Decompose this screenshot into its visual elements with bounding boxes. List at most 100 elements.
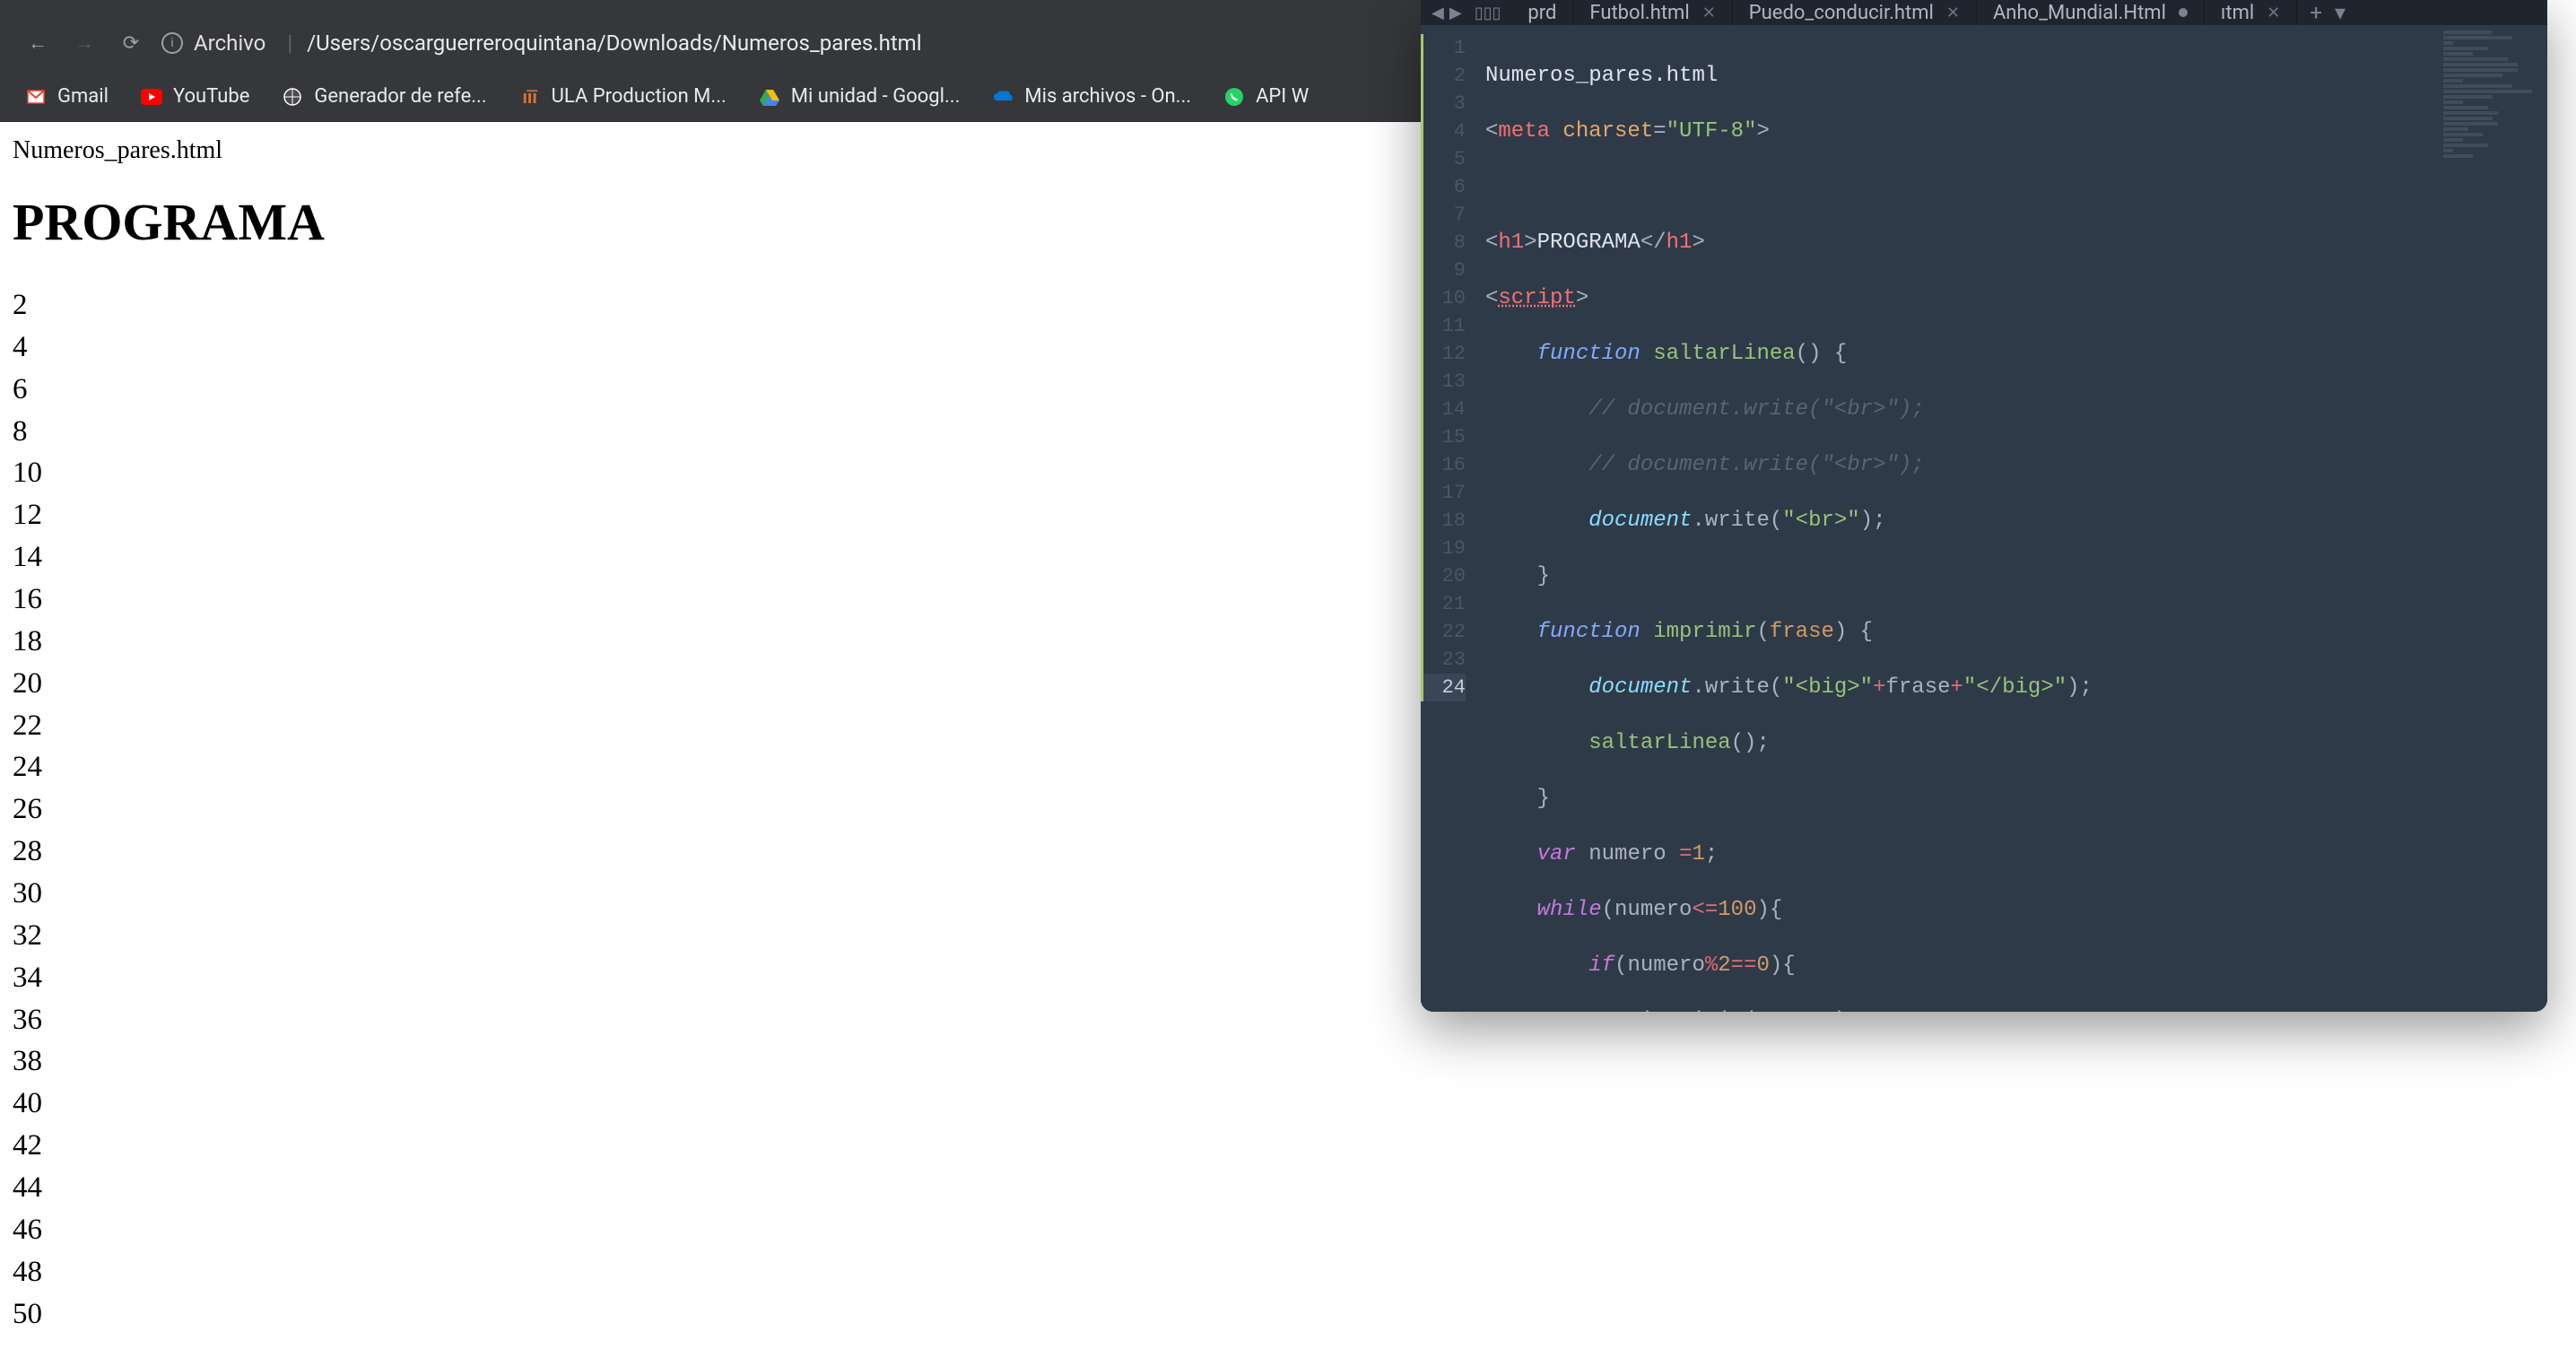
bookmark-onedrive[interactable]: Mis archivos - On... [992,85,1191,108]
number-output-line: 2 [13,284,1566,326]
globe-icon [282,86,303,108]
drive-icon [759,86,780,108]
line-number[interactable]: 7 [1421,201,1466,229]
line-number-gutter: 123456789101112131415161718192021222324 [1421,25,1478,1012]
url-path: /Users/oscarguerreroquintana/Downloads/N… [307,30,921,56]
bookmark-drive[interactable]: Mi unidad - Googl... [759,85,961,108]
number-output-line: 24 [13,746,1566,788]
line-number[interactable]: 6 [1421,173,1466,201]
editor-tab-bar: ◀ ▶ ▯▯▯ prd Futbol.html ✕ Puedo_conducir… [1421,0,2547,25]
number-output-line: 16 [13,579,1566,621]
number-output-line: 6 [13,369,1566,411]
whatsapp-icon [1223,86,1245,108]
line-number[interactable]: 19 [1421,535,1466,562]
line-number[interactable]: 17 [1421,479,1466,507]
number-output-line: 32 [13,915,1566,957]
tab-label: Anho_Mundial.Html [1993,2,2166,24]
forward-button[interactable]: → [68,27,100,59]
tab-label: Puedo_conducir.html [1749,2,1934,24]
column-layout-icon[interactable]: ▯▯▯ [1475,4,1501,22]
line-number[interactable]: 18 [1421,507,1466,535]
line-number[interactable]: 24 [1421,674,1466,701]
tab-forward-icon[interactable]: ▶ [1449,4,1462,22]
number-output-line: 22 [13,705,1566,747]
cloud-icon [992,86,1014,108]
browser-page-content: Numeros_pares.html PROGRAMA 246810121416… [0,122,1579,1349]
number-output-line: 38 [13,1040,1566,1083]
page-heading: PROGRAMA [13,192,1566,252]
line-number[interactable]: 20 [1421,562,1466,590]
tab-label: prd [1527,2,1556,24]
line-number[interactable]: 1 [1421,34,1466,62]
editor-body[interactable]: 123456789101112131415161718192021222324 … [1421,25,2547,1012]
number-output-line: 26 [13,788,1566,831]
ula-icon: ıīī [519,86,541,108]
bookmark-label: Generador de refe... [314,85,486,108]
line-number[interactable]: 15 [1421,423,1466,451]
number-output-line: 46 [13,1209,1566,1251]
line-number[interactable]: 2 [1421,62,1466,90]
line-number[interactable]: 11 [1421,312,1466,340]
page-filename: Numeros_pares.html [13,136,1566,165]
close-icon[interactable]: ✕ [2267,4,2280,22]
tab-label: Futbol.html [1589,2,1689,24]
tab-label: ıtml [2221,2,2254,24]
bookmark-label: Gmail [57,85,109,108]
line-number[interactable]: 23 [1421,646,1466,674]
number-output-line: 28 [13,831,1566,873]
site-info-icon[interactable]: i [161,32,183,54]
dropdown-icon[interactable]: ▾ [2335,0,2345,25]
close-icon[interactable]: ✕ [1702,4,1716,22]
bookmark-label: Mis archivos - On... [1024,85,1191,108]
reload-button[interactable]: ⟳ [115,27,147,59]
line-number[interactable]: 9 [1421,257,1466,284]
line-number[interactable]: 13 [1421,368,1466,396]
plus-icon: + [2310,0,2322,25]
bookmarks-bar: Gmail YouTube Generador de refe... ıīī U… [0,72,1579,122]
number-output-line: 10 [13,452,1566,494]
tab-back-icon[interactable]: ◀ [1432,4,1444,22]
editor-tab-futbol[interactable]: Futbol.html ✕ [1573,0,1732,25]
bookmark-whatsapp[interactable]: API W [1223,85,1309,108]
dirty-indicator-icon [2179,8,2188,17]
line-number[interactable]: 8 [1421,229,1466,257]
line-number[interactable]: 14 [1421,396,1466,423]
number-output-line: 42 [13,1125,1566,1167]
line-number[interactable]: 5 [1421,145,1466,173]
number-output-line: 8 [13,411,1566,453]
bookmark-youtube[interactable]: YouTube [141,85,249,108]
minimap[interactable] [2443,30,2542,192]
line-number[interactable]: 12 [1421,340,1466,368]
bookmark-gmail[interactable]: Gmail [25,85,109,108]
browser-toolbar: ← → ⟳ i Archivo | /Users/oscarguerreroqu… [0,14,1579,72]
line-number[interactable]: 4 [1421,117,1466,145]
editor-tab-html[interactable]: ıtml ✕ [2205,0,2297,25]
bookmark-ula[interactable]: ıīī ULA Production M... [519,85,727,108]
line-number[interactable]: 10 [1421,284,1466,312]
bookmark-label: YouTube [173,85,249,108]
url-separator: | [287,30,292,56]
back-button[interactable]: ← [22,27,54,59]
youtube-icon [141,86,162,108]
editor-tab-puedo-conducir[interactable]: Puedo_conducir.html ✕ [1733,0,1977,25]
gmail-icon [25,86,47,108]
bookmark-generator[interactable]: Generador de refe... [282,85,486,108]
number-output-line: 36 [13,999,1566,1041]
editor-tab-prd[interactable]: prd [1511,0,1573,25]
line-number[interactable]: 3 [1421,90,1466,117]
line-number[interactable]: 16 [1421,451,1466,479]
number-output-line: 30 [13,873,1566,915]
address-bar[interactable]: i Archivo | /Users/oscarguerreroquintana… [161,23,1557,63]
close-icon[interactable]: ✕ [1946,4,1960,22]
bookmark-label: ULA Production M... [552,85,727,108]
new-tab-button[interactable]: + ▾ [2297,0,2358,25]
tab-nav-controls: ◀ ▶ ▯▯▯ [1421,0,1511,25]
number-output-line: 34 [13,957,1566,999]
line-number[interactable]: 21 [1421,590,1466,618]
number-output-line: 12 [13,494,1566,536]
number-output-line: 48 [13,1251,1566,1293]
line-number[interactable]: 22 [1421,618,1466,646]
code-area[interactable]: Numeros_pares.html <meta charset="UTF-8"… [1478,25,2547,1012]
editor-tab-anho-mundial[interactable]: Anho_Mundial.Html [1977,0,2205,25]
number-output-line: 18 [13,621,1566,663]
